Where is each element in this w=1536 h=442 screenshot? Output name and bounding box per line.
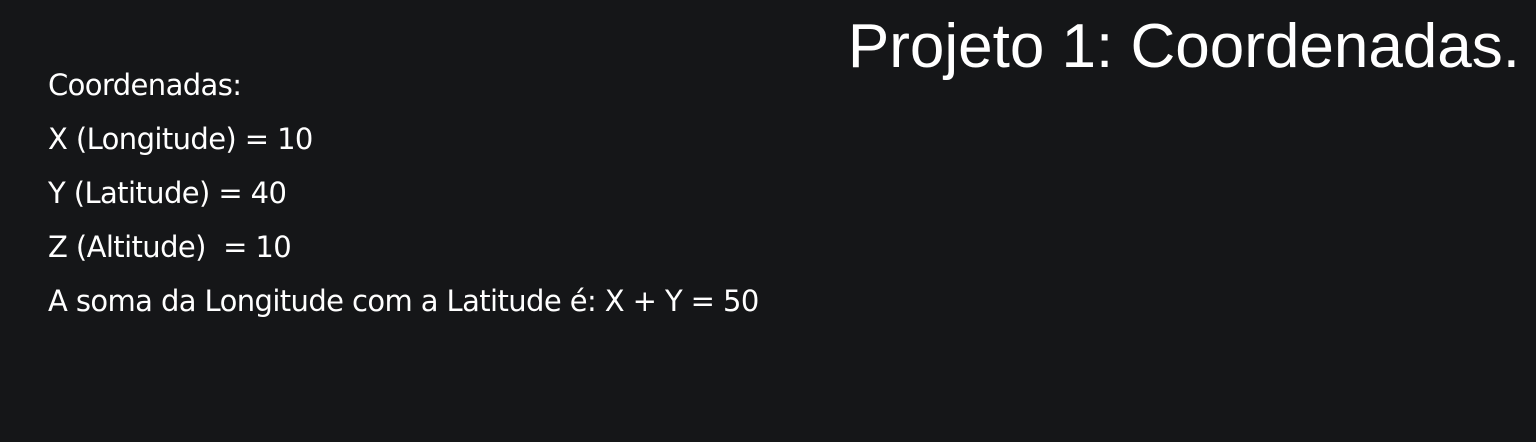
output-panel: Coordenadas: X (Longitude) = 10 Y (Latit… bbox=[48, 58, 759, 328]
longitude-line: X (Longitude) = 10 bbox=[48, 122, 313, 156]
altitude-line: Z (Altitude) = 10 bbox=[48, 230, 292, 264]
latitude-line: Y (Latitude) = 40 bbox=[48, 176, 287, 210]
page-title: Projeto 1: Coordenadas. bbox=[847, 12, 1520, 81]
coordinates-heading: Coordenadas: bbox=[48, 68, 242, 102]
sum-line: A soma da Longitude com a Latitude é: X … bbox=[48, 284, 759, 318]
